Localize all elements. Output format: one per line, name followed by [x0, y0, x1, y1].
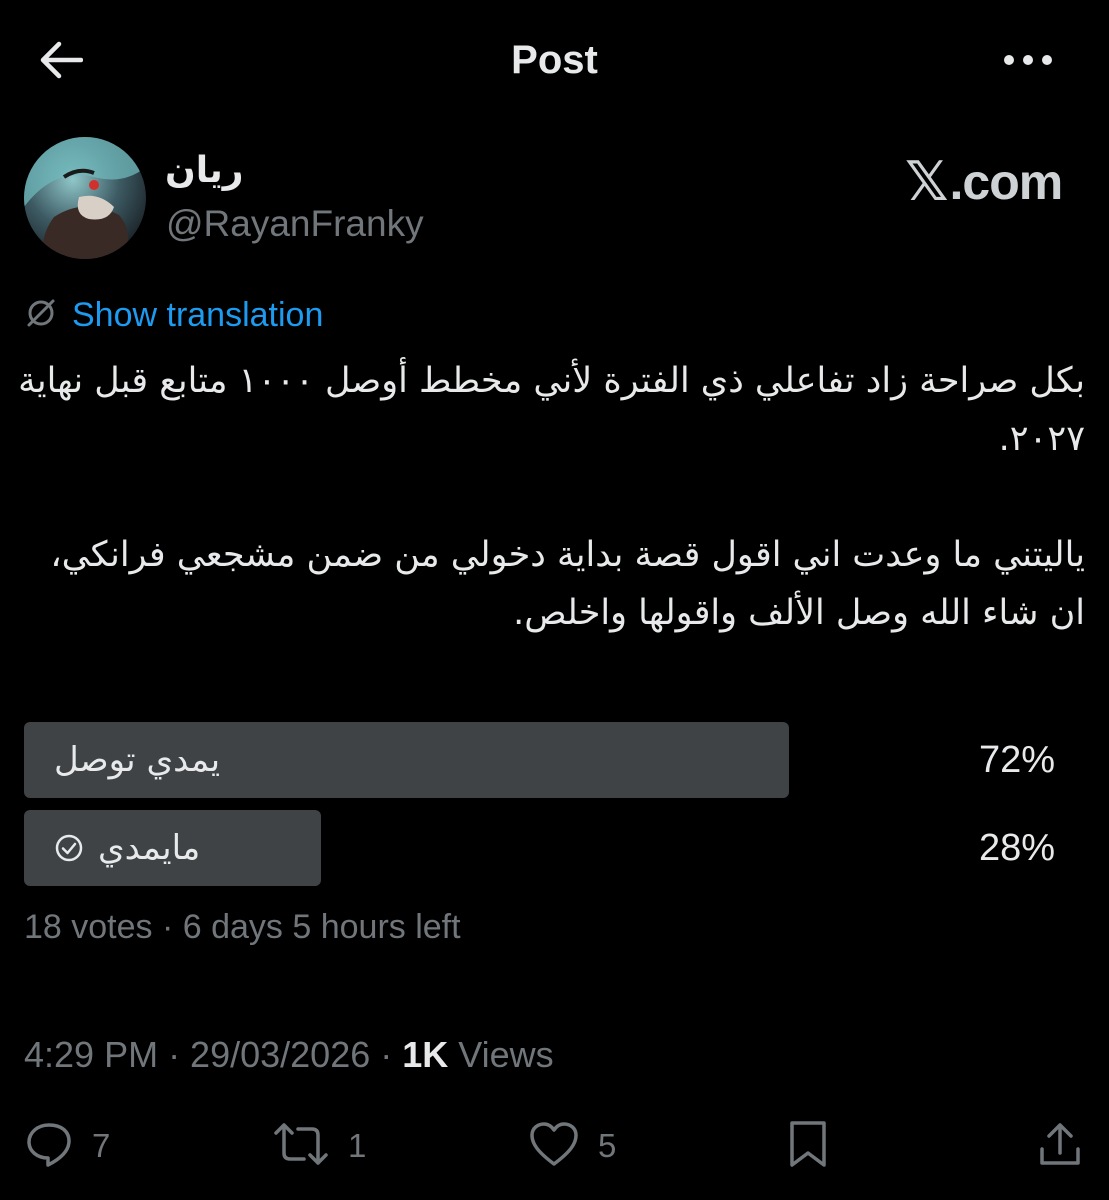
views-label: Views	[448, 1034, 554, 1075]
author-handle[interactable]: @RayanFranky	[166, 203, 424, 245]
tweet-paragraph: بكل صراحة زاد تفاعلي ذي الفترة لأني مخطط…	[18, 361, 1085, 459]
arrow-left-icon	[37, 40, 84, 85]
show-translation-label: Show translation	[72, 295, 324, 334]
back-button[interactable]	[30, 36, 90, 88]
views-count: 1K	[402, 1034, 449, 1075]
post-timestamp: 4:29 PM · 29/03/2026 · 1K Views	[24, 1034, 554, 1076]
watermark-text: .com	[949, 153, 1064, 210]
watermark-logo: 𝕏 .com	[905, 150, 1064, 213]
share-icon	[1036, 1119, 1084, 1174]
poll-option-percent: 28%	[978, 826, 1055, 869]
tweet-paragraph: ياليتني ما وعدت اني اقول قصة بداية دخولي…	[50, 535, 1085, 633]
globe-slash-icon	[24, 296, 58, 335]
more-options-button[interactable]	[996, 40, 1060, 84]
reply-count: 7	[92, 1127, 111, 1164]
author-display-name[interactable]: ريان	[165, 150, 244, 191]
more-dots-icon	[1002, 53, 1054, 72]
repost-count: 1	[348, 1127, 367, 1164]
timestamp-date: 4:29 PM · 29/03/2026 ·	[24, 1034, 403, 1075]
like-count: 5	[598, 1127, 617, 1164]
like-button[interactable]: 5	[528, 1115, 616, 1177]
show-translation-button[interactable]: Show translation	[24, 292, 323, 338]
reply-icon	[24, 1119, 74, 1174]
reply-button[interactable]: 7	[24, 1115, 110, 1177]
repost-button[interactable]: 1	[272, 1115, 366, 1177]
avatar[interactable]	[24, 137, 146, 259]
poll-option-percent: 72%	[978, 738, 1055, 781]
poll-option-label: مايمدي	[98, 828, 201, 868]
bookmark-icon	[786, 1119, 830, 1174]
page-title: Post	[511, 38, 598, 82]
tweet-text: بكل صراحة زاد تفاعلي ذي الفترة لأني مخطط…	[15, 352, 1085, 642]
repost-icon	[272, 1119, 330, 1174]
bookmark-button[interactable]	[786, 1115, 830, 1177]
poll-option[interactable]: يمدي توصل	[24, 722, 220, 798]
heart-icon	[528, 1120, 580, 1173]
check-circle-icon	[54, 833, 84, 863]
poll-option-label: يمدي توصل	[54, 740, 221, 780]
poll-option[interactable]: مايمدي	[24, 810, 200, 886]
x-logo-icon: 𝕏	[905, 150, 949, 213]
poll-meta: 18 votes · 6 days 5 hours left	[24, 908, 461, 946]
share-button[interactable]	[1036, 1115, 1084, 1177]
